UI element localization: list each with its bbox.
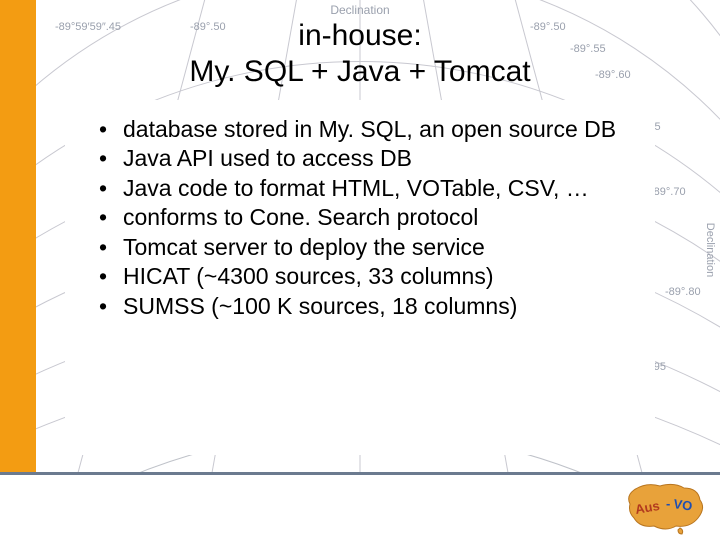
footer-rule <box>0 472 720 475</box>
list-item: SUMSS (~100 K sources, 18 columns) <box>95 292 655 321</box>
logo-dash: - <box>666 496 670 511</box>
bg-label-top-center: Declination <box>330 3 389 17</box>
list-item: database stored in My. SQL, an open sour… <box>95 115 655 144</box>
list-item: conforms to Cone. Search protocol <box>95 203 655 232</box>
list-item: Java code to format HTML, VOTable, CSV, … <box>95 174 655 203</box>
logo-text-vo: VO <box>673 496 694 513</box>
ausvo-logo: Aus - VO <box>618 478 710 536</box>
slide: Declination -89°59′59″.45 -89°.50 -89°.5… <box>0 0 720 540</box>
list-item: Java API used to access DB <box>95 144 655 173</box>
bg-label-8970: -89°.70 <box>650 186 686 198</box>
bg-label-right-vert: Declination <box>704 223 716 277</box>
slide-title: in-house: My. SQL + Java + Tomcat <box>0 18 720 90</box>
bg-label-8980: -89°.80 <box>665 286 701 298</box>
footer-background <box>0 475 720 540</box>
list-item: Tomcat server to deploy the service <box>95 233 655 262</box>
list-item: HICAT (~4300 sources, 33 columns) <box>95 262 655 291</box>
title-line-1: in-house: <box>298 19 421 52</box>
title-line-2: My. SQL + Java + Tomcat <box>0 54 720 90</box>
bullet-list: database stored in My. SQL, an open sour… <box>95 115 655 321</box>
